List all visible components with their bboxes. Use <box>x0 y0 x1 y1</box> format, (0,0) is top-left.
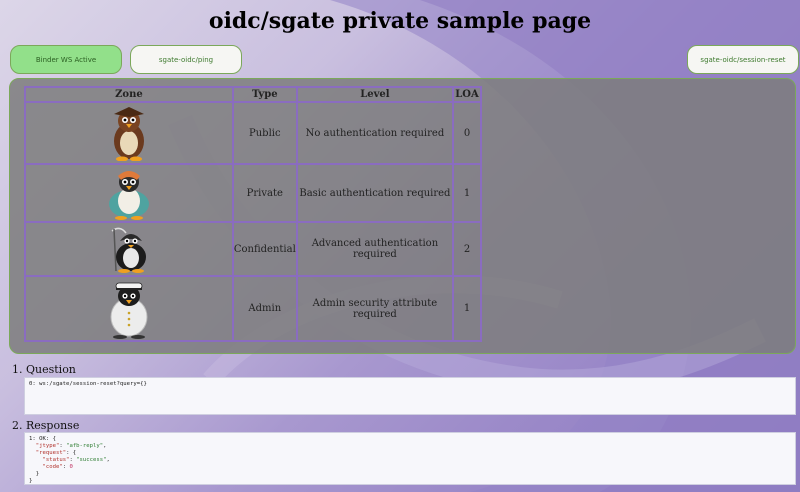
type-cell: Public <box>231 101 298 165</box>
type-cell: Confidential <box>231 221 298 277</box>
zone-cell <box>24 221 234 277</box>
code-key: "code" <box>42 464 63 470</box>
binder-ws-button[interactable]: Binder WS Active <box>10 45 122 74</box>
table-row: Admin Admin security attribute required … <box>24 275 482 342</box>
request-key: "request" <box>35 450 67 456</box>
status-key: "status" <box>42 457 70 463</box>
loa-cell: 1 <box>452 275 482 342</box>
loa-cell: 1 <box>452 163 482 223</box>
jtype-value: "afb-reply" <box>66 443 104 449</box>
type-cell: Admin <box>231 275 298 342</box>
type-cell: Private <box>231 163 298 223</box>
question-line: 0: ws:/sgate/session-reset?query={} <box>29 381 147 387</box>
table-row: Public No authentication required 0 <box>24 101 482 165</box>
tux-confidential-icon[interactable] <box>106 225 152 273</box>
table-row: Private Basic authentication required 1 <box>24 163 482 223</box>
header-loa: LOA <box>452 86 482 103</box>
zone-cell <box>24 101 234 165</box>
header-zone: Zone <box>24 86 234 103</box>
tux-public-icon[interactable] <box>106 105 152 161</box>
tux-admin-icon[interactable] <box>103 279 155 339</box>
loa-cell: 2 <box>452 221 482 277</box>
response-label: 2. Response <box>12 419 80 432</box>
page-title: oidc/sgate private sample page <box>208 8 592 34</box>
level-cell: Admin security attribute required <box>295 275 455 342</box>
code-value: 0 <box>69 464 73 470</box>
jtype-key: "jtype" <box>35 443 60 449</box>
header-type: Type <box>231 86 298 103</box>
question-label: 1. Question <box>12 363 76 376</box>
level-cell: Advanced authentication required <box>295 221 455 277</box>
zones-table: Zone Type Level LOA Public No authentica… <box>24 86 482 342</box>
table-row: Confidential Advanced authentication req… <box>24 221 482 277</box>
header-level: Level <box>295 86 455 103</box>
level-cell: No authentication required <box>295 101 455 165</box>
table-header-row: Zone Type Level LOA <box>24 86 482 103</box>
session-reset-button[interactable]: sgate-oidc/session-reset <box>687 45 799 74</box>
zone-cell <box>24 275 234 342</box>
response-box[interactable]: 1: OK: { "jtype": "afb-reply", "request"… <box>24 432 796 485</box>
question-box[interactable]: 0: ws:/sgate/session-reset?query={} <box>24 377 796 415</box>
status-value: "success" <box>76 457 107 463</box>
ping-button[interactable]: sgate-oidc/ping <box>130 45 242 74</box>
level-cell: Basic authentication required <box>295 163 455 223</box>
loa-cell: 0 <box>452 101 482 165</box>
response-header: 1: OK: { <box>29 436 56 442</box>
tux-private-icon[interactable] <box>104 166 154 220</box>
zone-cell <box>24 163 234 223</box>
